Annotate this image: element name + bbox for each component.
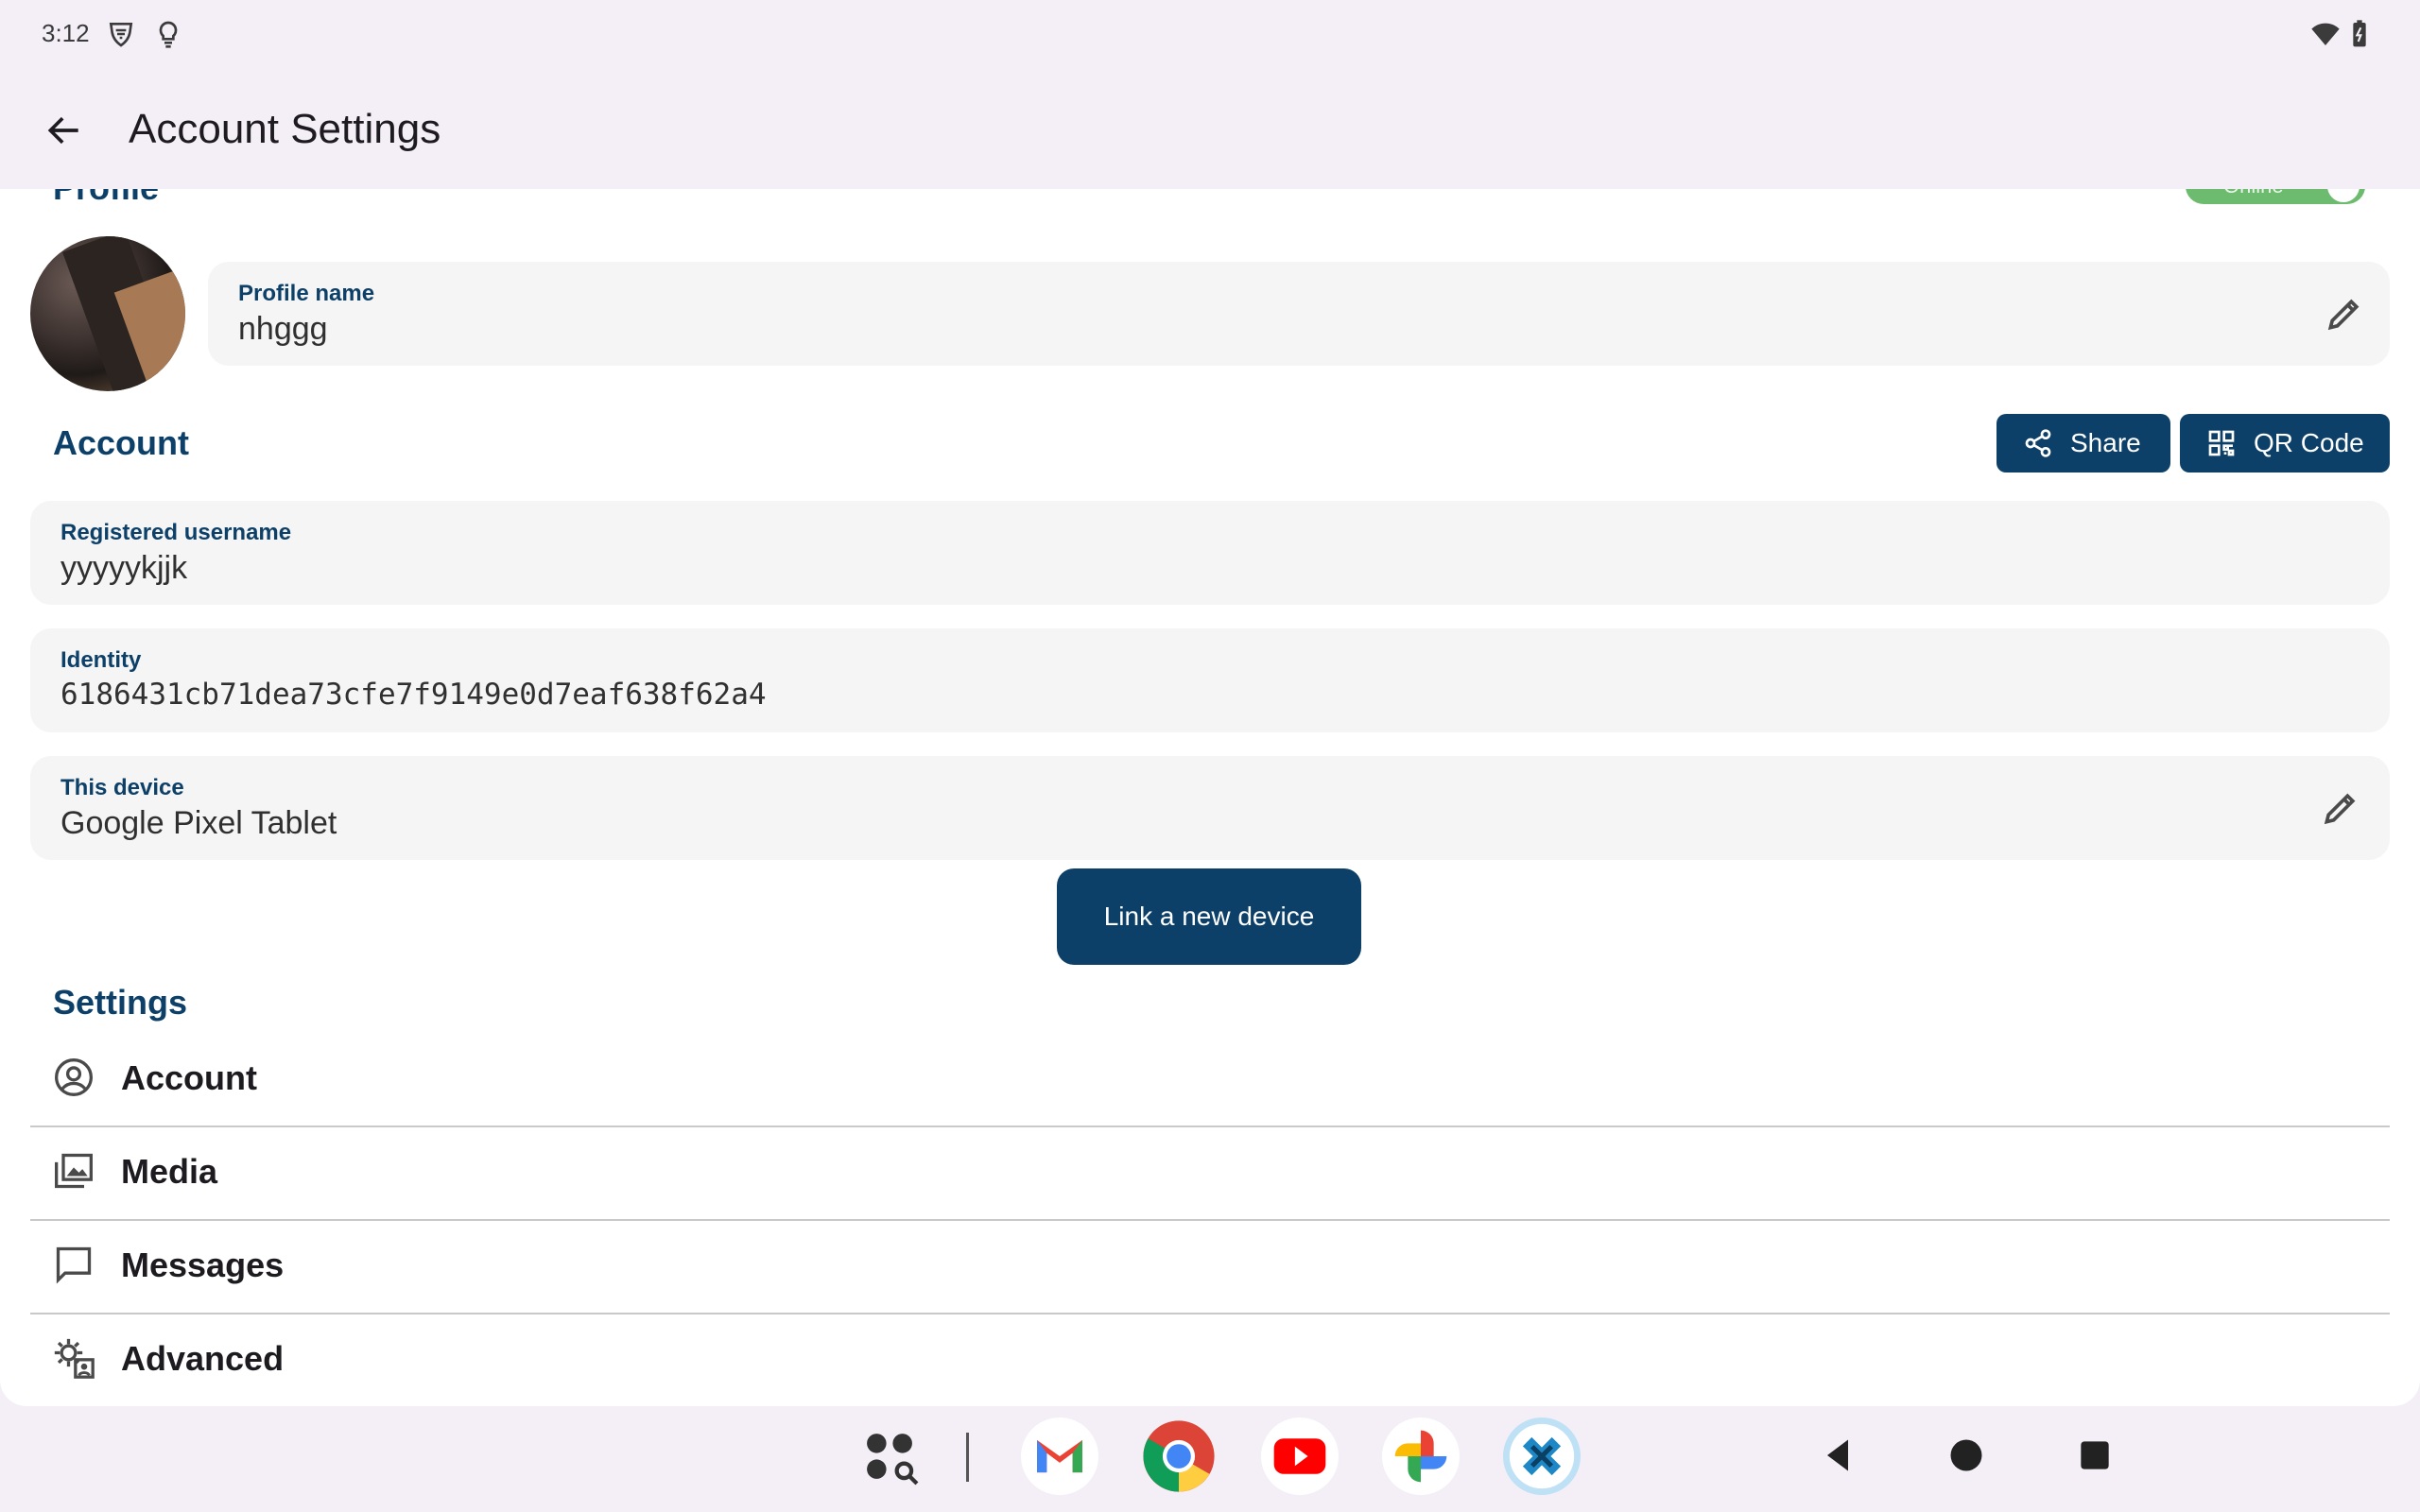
profile-name-field[interactable]: Profile name nhggg bbox=[208, 262, 2390, 366]
page-title: Account Settings bbox=[129, 106, 441, 152]
this-device-field[interactable]: This device Google Pixel Tablet bbox=[30, 756, 2390, 860]
settings-item-label: Messages bbox=[121, 1246, 285, 1284]
app-bar: Account Settings bbox=[0, 68, 2420, 189]
share-label: Share bbox=[2070, 428, 2141, 457]
chat-bubble-icon bbox=[56, 1246, 92, 1284]
registered-username-label: Registered username bbox=[60, 520, 292, 545]
identity-value: 6186431cb71dea73cfe7f9149e0d7eaf638f62a4 bbox=[60, 678, 767, 712]
qr-code-button[interactable]: QR Code bbox=[2180, 414, 2390, 472]
share-button[interactable]: Share bbox=[1996, 414, 2170, 472]
settings-content[interactable]: Profile Online Profile name nhggg Accoun… bbox=[0, 189, 2420, 1406]
arrow-back-icon[interactable] bbox=[43, 110, 85, 151]
jami-icon[interactable] bbox=[1503, 1418, 1581, 1495]
qr-code-label: QR Code bbox=[2254, 428, 2364, 457]
identity-label: Identity bbox=[60, 647, 142, 673]
settings-item-advanced[interactable]: Advanced bbox=[30, 1314, 2390, 1406]
photo-library-icon bbox=[55, 1153, 93, 1189]
registered-username-value: yyyyykjjk bbox=[60, 550, 188, 586]
settings-item-label: Account bbox=[121, 1058, 257, 1097]
battery-icon bbox=[2353, 20, 2366, 47]
settings-item-account[interactable]: Account bbox=[30, 1034, 2390, 1127]
photos-icon[interactable] bbox=[1382, 1418, 1460, 1495]
edit-pencil-icon[interactable] bbox=[2320, 787, 2361, 829]
share-icon bbox=[2025, 429, 2051, 457]
this-device-value: Google Pixel Tablet bbox=[60, 805, 337, 841]
registered-username-field: Registered username yyyyykjjk bbox=[30, 501, 2390, 605]
online-toggle-label: Online bbox=[2223, 189, 2284, 198]
navigation-bar bbox=[0, 1406, 2420, 1512]
nav-recents-icon[interactable] bbox=[2074, 1435, 2116, 1476]
account-section-title: Account bbox=[53, 423, 189, 462]
manage-accounts-icon bbox=[54, 1338, 95, 1379]
profile-section-title: Profile bbox=[53, 189, 159, 208]
toggle-knob bbox=[2327, 189, 2360, 202]
settings-item-media[interactable]: Media bbox=[30, 1127, 2390, 1221]
status-time: 3:12 bbox=[42, 19, 90, 47]
gmail-icon[interactable] bbox=[1021, 1418, 1098, 1495]
wifi-icon bbox=[2311, 23, 2340, 45]
youtube-icon[interactable] bbox=[1261, 1418, 1339, 1495]
settings-item-label: Media bbox=[121, 1152, 218, 1191]
profile-name-value: nhggg bbox=[238, 311, 328, 347]
account-circle-icon bbox=[55, 1058, 93, 1096]
nav-home-icon[interactable] bbox=[1945, 1435, 1987, 1476]
qr-code-icon bbox=[2208, 430, 2235, 456]
status-bar: 3:12 bbox=[0, 0, 2420, 68]
link-new-device-button[interactable]: Link a new device bbox=[1057, 868, 1361, 965]
app-drawer-icon[interactable] bbox=[851, 1418, 928, 1495]
identity-field: Identity 6186431cb71dea73cfe7f9149e0d7ea… bbox=[30, 628, 2390, 732]
nav-back-icon[interactable] bbox=[1817, 1435, 1858, 1476]
settings-section-title: Settings bbox=[53, 983, 188, 1022]
profile-name-label: Profile name bbox=[238, 281, 375, 306]
settings-item-label: Advanced bbox=[121, 1339, 285, 1378]
online-toggle[interactable]: Online bbox=[2186, 189, 2365, 204]
chrome-icon[interactable] bbox=[1140, 1418, 1218, 1495]
avatar[interactable] bbox=[30, 236, 185, 391]
this-device-label: This device bbox=[60, 775, 184, 800]
dock-divider bbox=[966, 1433, 969, 1482]
vpn-shield-icon bbox=[109, 23, 133, 47]
edit-pencil-icon[interactable] bbox=[2324, 293, 2365, 335]
lightbulb-icon bbox=[159, 21, 178, 48]
settings-item-messages[interactable]: Messages bbox=[30, 1221, 2390, 1314]
